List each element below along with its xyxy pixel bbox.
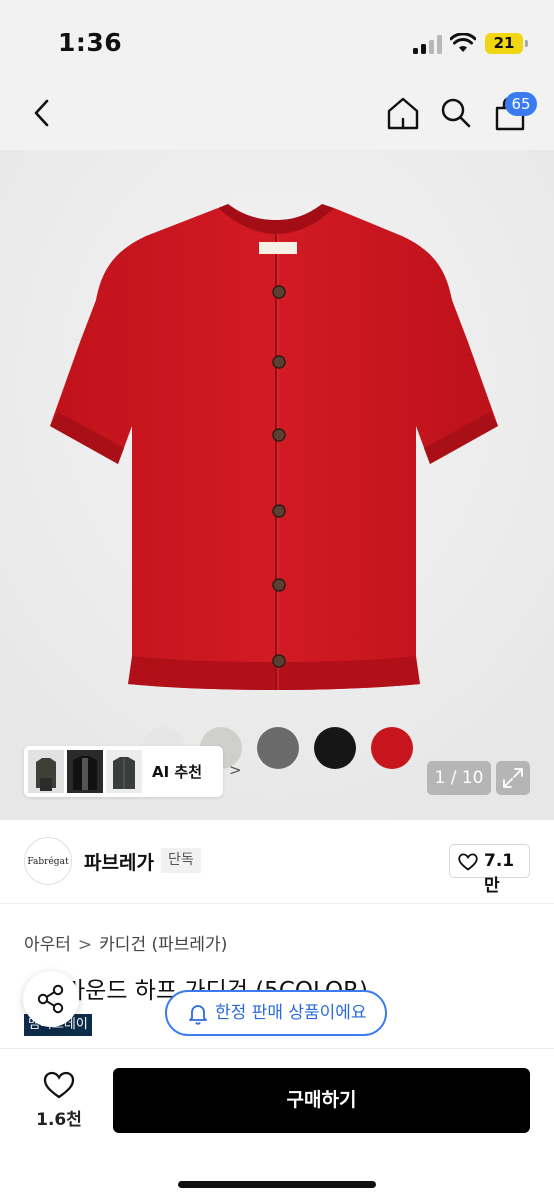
brand-row: Fabrégat 파브레가 단독 7.1만 xyxy=(0,820,554,904)
search-icon[interactable] xyxy=(438,94,474,132)
share-icon xyxy=(37,984,64,1014)
ai-thumbnail-2 xyxy=(67,750,103,793)
brand-like-button[interactable]: 7.1만 xyxy=(449,844,530,896)
ai-thumbnail-3 xyxy=(106,750,142,793)
product-image-carousel[interactable] xyxy=(0,150,554,820)
ai-recommend-button[interactable]: AI 추천 > xyxy=(24,746,242,797)
expand-icon[interactable] xyxy=(496,761,530,795)
heart-icon xyxy=(458,853,478,871)
chevron-right-icon: > xyxy=(229,761,242,779)
color-swatch-red[interactable] xyxy=(371,727,413,769)
breadcrumb: 아우터 > 카디건 (파브레가) xyxy=(24,930,227,955)
color-swatch-black[interactable] xyxy=(314,727,356,769)
brand-name[interactable]: 파브레가 xyxy=(84,848,154,875)
home-icon[interactable] xyxy=(384,94,422,132)
share-button[interactable] xyxy=(23,971,79,1027)
bottom-purchase-bar: 1.6천 구매하기 xyxy=(0,1048,554,1200)
status-time: 1:36 xyxy=(58,28,123,57)
breadcrumb-category[interactable]: 아우터 xyxy=(24,930,71,955)
buy-button[interactable]: 구매하기 xyxy=(113,1068,530,1133)
bell-icon xyxy=(189,1005,207,1025)
ai-thumbnail-1 xyxy=(28,750,64,793)
cellular-signal-icon xyxy=(413,35,443,54)
breadcrumb-subcategory[interactable]: 카디건 (파브레가) xyxy=(99,930,227,955)
brand-logo[interactable]: Fabrégat xyxy=(24,837,72,885)
status-bar: 1:36 21 xyxy=(0,0,554,88)
battery-icon: 21 xyxy=(485,33,528,54)
top-navigation: 65 xyxy=(0,88,554,150)
wifi-icon xyxy=(450,33,476,52)
ai-recommend-label: AI 추천 xyxy=(152,763,203,781)
wishlist-count: 1.6천 xyxy=(36,1110,82,1130)
image-counter: 1 / 10 xyxy=(427,761,491,795)
home-indicator xyxy=(178,1181,376,1188)
wishlist-heart-icon[interactable] xyxy=(43,1071,75,1099)
back-arrow-icon[interactable] xyxy=(28,98,56,128)
color-swatch-gray[interactable] xyxy=(257,727,299,769)
chevron-right-icon: > xyxy=(77,935,93,955)
exclusive-tag: 단독 xyxy=(161,848,201,873)
product-image xyxy=(0,150,554,820)
limited-sale-notice: 한정 판매 상품이에요 xyxy=(165,990,387,1036)
limited-sale-text: 한정 판매 상품이에요 xyxy=(215,1003,367,1023)
cart-count-badge: 65 xyxy=(505,92,537,116)
brand-like-count: 7.1만 xyxy=(484,851,515,896)
